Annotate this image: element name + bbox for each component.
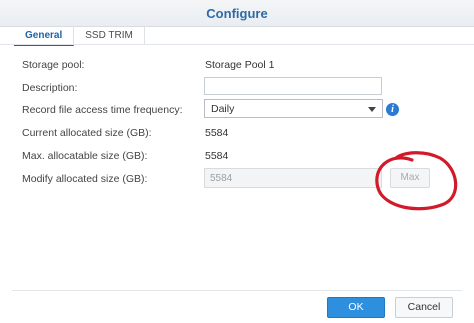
storage-pool-label: Storage pool: <box>22 59 85 71</box>
dialog-title: Configure <box>206 6 268 21</box>
max-button[interactable]: Max <box>390 168 430 188</box>
tab-ssd-trim[interactable]: SSD TRIM <box>74 26 145 44</box>
max-allocatable-label: Max. allocatable size (GB): <box>22 150 148 162</box>
tab-general[interactable]: General <box>14 26 75 46</box>
cancel-button[interactable]: Cancel <box>395 297 453 318</box>
current-allocated-label: Current allocated size (GB): <box>22 127 152 139</box>
current-allocated-value: 5584 <box>205 127 229 139</box>
tab-bar: General SSD TRIM <box>14 26 145 46</box>
description-input[interactable] <box>204 77 382 95</box>
storage-pool-value: Storage Pool 1 <box>205 59 275 71</box>
dialog-titlebar: Configure <box>0 0 474 27</box>
record-access-time-label: Record file access time frequency: <box>22 104 183 116</box>
modify-allocated-label: Modify allocated size (GB): <box>22 173 148 185</box>
ok-button[interactable]: OK <box>327 297 385 318</box>
info-icon[interactable]: i <box>386 103 399 116</box>
footer-divider <box>12 290 462 291</box>
chevron-down-icon <box>368 107 376 112</box>
modify-allocated-input[interactable]: 5584 <box>204 168 382 188</box>
record-access-time-value: Daily <box>211 103 235 115</box>
tab-divider <box>0 44 474 45</box>
record-access-time-select[interactable]: Daily <box>204 99 383 118</box>
description-label: Description: <box>22 82 78 94</box>
max-allocatable-value: 5584 <box>205 150 229 162</box>
